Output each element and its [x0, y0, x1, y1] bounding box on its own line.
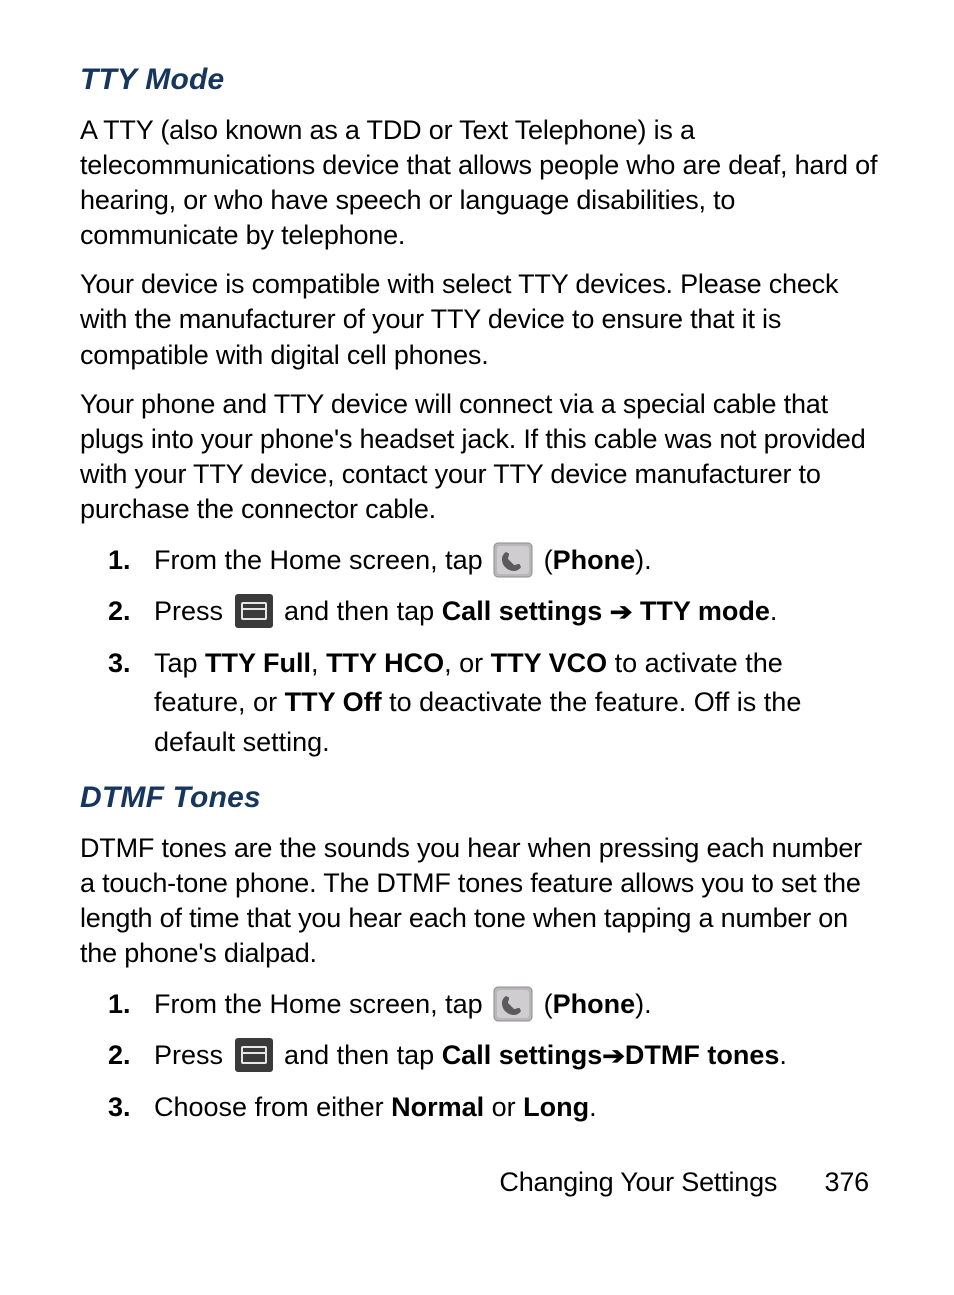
footer-page-number: 376 — [825, 1167, 869, 1197]
footer-section-title: Changing Your Settings — [499, 1167, 777, 1197]
step-text: ( — [544, 989, 553, 1019]
phone-app-icon — [493, 542, 533, 578]
step-text: ). — [635, 545, 652, 575]
step-item: Tap TTY Full, TTY HCO, or TTY VCO to act… — [150, 644, 879, 761]
step-text: ( — [544, 545, 553, 575]
step-text: From the Home screen, tap — [154, 545, 490, 575]
bold-text: TTY HCO — [326, 648, 444, 678]
bold-text: TTY Full — [205, 648, 311, 678]
bold-text: Normal — [391, 1092, 484, 1122]
step-text: . — [589, 1092, 597, 1122]
step-item: Choose from either Normal or Long. — [150, 1088, 879, 1127]
menu-hardkey-icon — [234, 593, 274, 629]
menu-hardkey-icon — [234, 1037, 274, 1073]
bold-text: Call settings — [442, 596, 603, 626]
bold-text: Phone — [553, 545, 636, 575]
paragraph: A TTY (also known as a TDD or Text Telep… — [80, 113, 879, 253]
step-text: Choose from either — [154, 1092, 391, 1122]
step-text: , — [311, 648, 326, 678]
bold-text: TTY mode — [640, 596, 770, 626]
bold-text: Long — [523, 1092, 589, 1122]
step-text: Press — [154, 596, 231, 626]
arrow-icon: ➔ — [610, 595, 633, 630]
heading-tty-mode: TTY Mode — [80, 60, 879, 99]
step-item: Press and then tap Call settings ➔ DTMF … — [150, 1036, 879, 1076]
bold-text: Call settings — [442, 1040, 603, 1070]
paragraph: DTMF tones are the sounds you hear when … — [80, 831, 879, 971]
bold-text: Phone — [553, 989, 636, 1019]
phone-app-icon — [493, 986, 533, 1022]
step-text: and then tap — [284, 596, 442, 626]
bold-text: TTY VCO — [491, 648, 608, 678]
step-text: Tap — [154, 648, 205, 678]
heading-dtmf-tones: DTMF Tones — [80, 778, 879, 817]
step-text: or — [484, 1092, 523, 1122]
step-item: From the Home screen, tap (Phone). — [150, 985, 879, 1024]
step-text: From the Home screen, tap — [154, 989, 490, 1019]
step-text: . — [779, 1040, 787, 1070]
arrow-icon: ➔ — [602, 1039, 625, 1074]
bold-text: DTMF tones — [625, 1040, 780, 1070]
page-footer: Changing Your Settings 376 — [499, 1165, 869, 1200]
step-item: From the Home screen, tap (Phone). — [150, 541, 879, 580]
step-item: Press and then tap Call settings ➔ TTY m… — [150, 592, 879, 632]
step-text: , or — [444, 648, 491, 678]
document-page: TTY Mode A TTY (also known as a TDD or T… — [0, 0, 954, 1295]
step-text: ). — [635, 989, 652, 1019]
steps-list: From the Home screen, tap (Phone). Press… — [80, 985, 879, 1127]
step-text: . — [770, 596, 778, 626]
paragraph: Your device is compatible with select TT… — [80, 267, 879, 372]
bold-text: TTY Off — [285, 687, 382, 717]
paragraph: Your phone and TTY device will connect v… — [80, 387, 879, 527]
step-text: Press — [154, 1040, 231, 1070]
steps-list: From the Home screen, tap (Phone). Press… — [80, 541, 879, 762]
step-text: and then tap — [284, 1040, 442, 1070]
